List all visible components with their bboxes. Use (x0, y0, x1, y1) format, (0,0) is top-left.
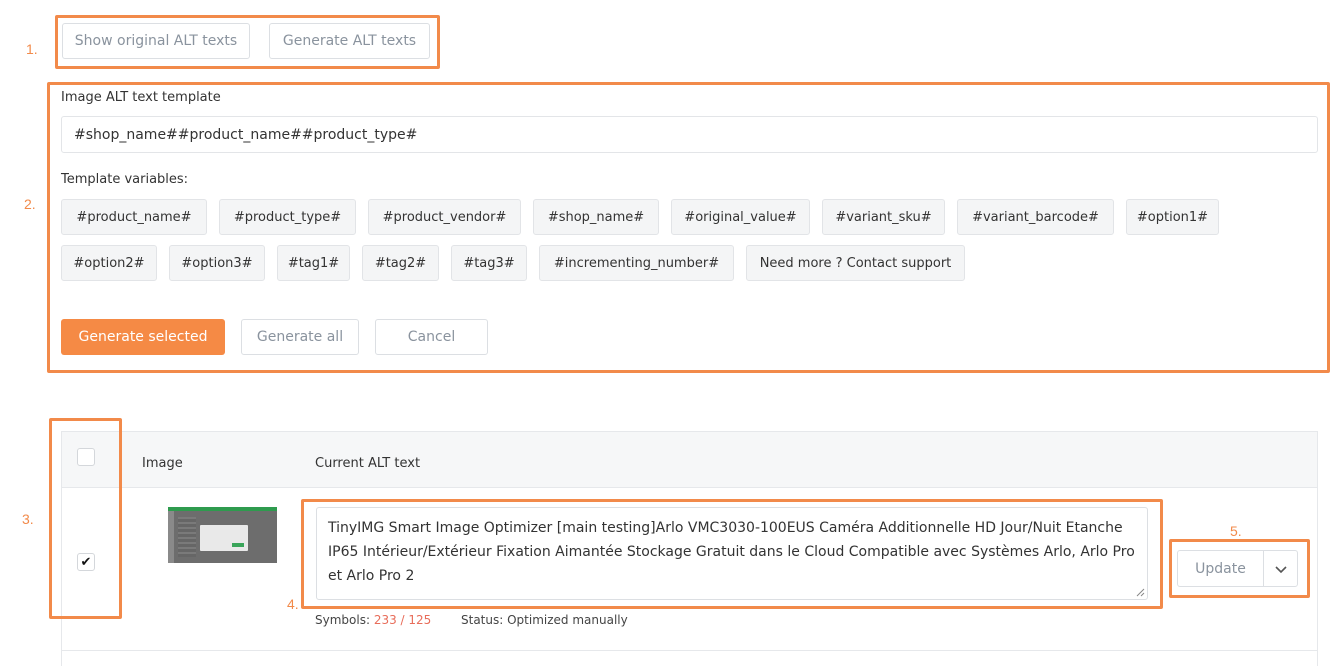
annotation-step-1: 1. (26, 41, 38, 57)
annotation-box-5 (1169, 539, 1310, 598)
annotation-box-3 (49, 418, 122, 619)
symbols-count: Symbols: 233 / 125 (315, 613, 432, 627)
annotation-box-2 (47, 82, 1330, 373)
table-header: Image Current ALT text (62, 432, 1317, 488)
status-text: Status: Optimized manually (461, 613, 628, 627)
annotation-box-4 (301, 499, 1163, 609)
alt-column-header: Current ALT text (315, 456, 421, 471)
annotation-step-3: 3. (22, 511, 34, 527)
product-thumbnail (168, 507, 277, 563)
annotation-step-2: 2. (24, 196, 36, 212)
symbols-value: 233 / 125 (373, 613, 432, 627)
annotation-box-1 (55, 15, 440, 69)
image-column-header: Image (142, 456, 183, 471)
row-divider (62, 650, 1317, 651)
